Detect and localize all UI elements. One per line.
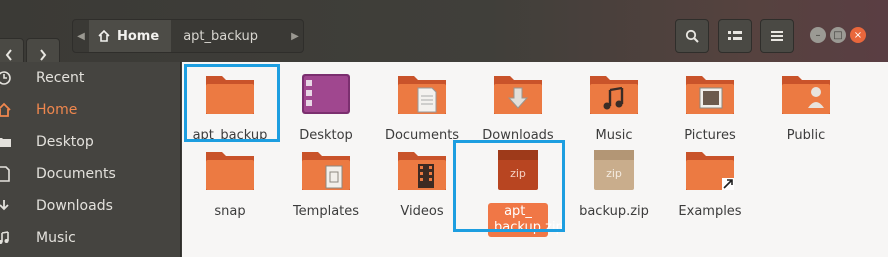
view-toggle-button[interactable] (718, 19, 752, 53)
highlight-box (184, 64, 280, 142)
music-folder-icon (590, 76, 638, 114)
sidebar-item-recent[interactable]: Recent (0, 62, 181, 94)
file-item-music[interactable]: Music (566, 70, 662, 144)
header-bar: ◀ Home apt_backup ▶ – □ × (0, 0, 888, 72)
breadcrumb-home[interactable]: Home (89, 20, 172, 52)
minimize-button[interactable]: – (810, 27, 826, 43)
list-view-icon (728, 31, 742, 40)
link-folder-icon (686, 152, 734, 190)
file-item-backup-zip[interactable]: zip backup.zip (566, 146, 662, 220)
download-icon (0, 200, 9, 211)
sidebar-item-music[interactable]: Music (0, 222, 181, 254)
sidebar-item-label: Desktop (36, 134, 94, 150)
breadcrumb-current[interactable]: apt_backup (171, 20, 270, 52)
zip-archive-icon: zip (594, 150, 634, 190)
sidebar-item-label: Downloads (36, 198, 113, 214)
downloads-folder-icon (494, 76, 542, 114)
file-label: backup.zip (579, 204, 649, 219)
close-icon: × (853, 29, 863, 41)
clock-icon (0, 71, 11, 85)
file-label: Examples (678, 204, 742, 219)
breadcrumb: ◀ Home apt_backup ▶ (72, 19, 304, 53)
file-item-pictures[interactable]: Pictures (662, 70, 758, 144)
file-label: Pictures (684, 128, 736, 143)
file-label: Templates (292, 204, 360, 219)
highlight-box (453, 140, 565, 232)
sidebar-item-label: Home (36, 102, 78, 118)
search-icon (685, 29, 699, 43)
sidebar-item-label: Music (36, 230, 76, 246)
file-item-desktop[interactable]: Desktop (278, 70, 374, 144)
desktop-folder-icon (302, 74, 350, 114)
close-button[interactable]: × (850, 27, 866, 43)
file-label: snap (214, 204, 246, 219)
breadcrumb-home-label: Home (117, 28, 160, 44)
file-label: Desktop (299, 128, 353, 143)
file-label: Public (786, 128, 826, 143)
folder-icon (206, 152, 254, 190)
breadcrumb-scroll-left-icon[interactable]: ◀ (73, 20, 89, 52)
sidebar-item-downloads[interactable]: Downloads (0, 190, 181, 222)
maximize-icon: □ (833, 29, 843, 41)
hamburger-menu-icon (771, 31, 783, 41)
maximize-button[interactable]: □ (830, 27, 846, 43)
breadcrumb-scroll-right-icon[interactable]: ▶ (287, 20, 303, 52)
videos-folder-icon (398, 152, 446, 190)
home-icon (0, 102, 11, 117)
file-item-examples[interactable]: Examples (662, 146, 758, 220)
file-item-documents[interactable]: Documents (374, 70, 470, 144)
documents-folder-icon (398, 76, 446, 114)
file-view: apt_backup Desktop Documents Downloads M… (182, 62, 888, 257)
chevron-left-icon (5, 49, 12, 61)
home-icon (98, 29, 110, 42)
file-item-templates[interactable]: Templates (278, 146, 374, 220)
sidebar-item-desktop[interactable]: Desktop (0, 126, 181, 158)
minimize-icon: – (815, 29, 821, 41)
file-item-snap[interactable]: snap (182, 146, 278, 220)
search-button[interactable] (675, 19, 709, 53)
file-item-downloads[interactable]: Downloads (470, 70, 566, 144)
file-item-public[interactable]: Public (758, 70, 854, 144)
breadcrumb-current-label: apt_backup (183, 28, 258, 44)
sidebar-item-home[interactable]: Home (0, 94, 181, 126)
menu-button[interactable] (760, 19, 794, 53)
music-icon (0, 231, 9, 244)
folder-icon (0, 138, 11, 147)
sidebar-item-label: Documents (36, 166, 116, 182)
zip-badge: zip (606, 167, 622, 180)
pictures-folder-icon (686, 76, 734, 114)
templates-folder-icon (302, 152, 350, 190)
sidebar-item-label: Recent (36, 70, 85, 86)
file-label: Music (595, 128, 633, 143)
chevron-right-icon (40, 49, 47, 61)
sidebar-item-documents[interactable]: Documents (0, 158, 181, 190)
public-folder-icon (782, 76, 830, 114)
document-icon (0, 166, 10, 182)
sidebar: Recent Home Desktop Documents Downloads … (0, 62, 181, 257)
